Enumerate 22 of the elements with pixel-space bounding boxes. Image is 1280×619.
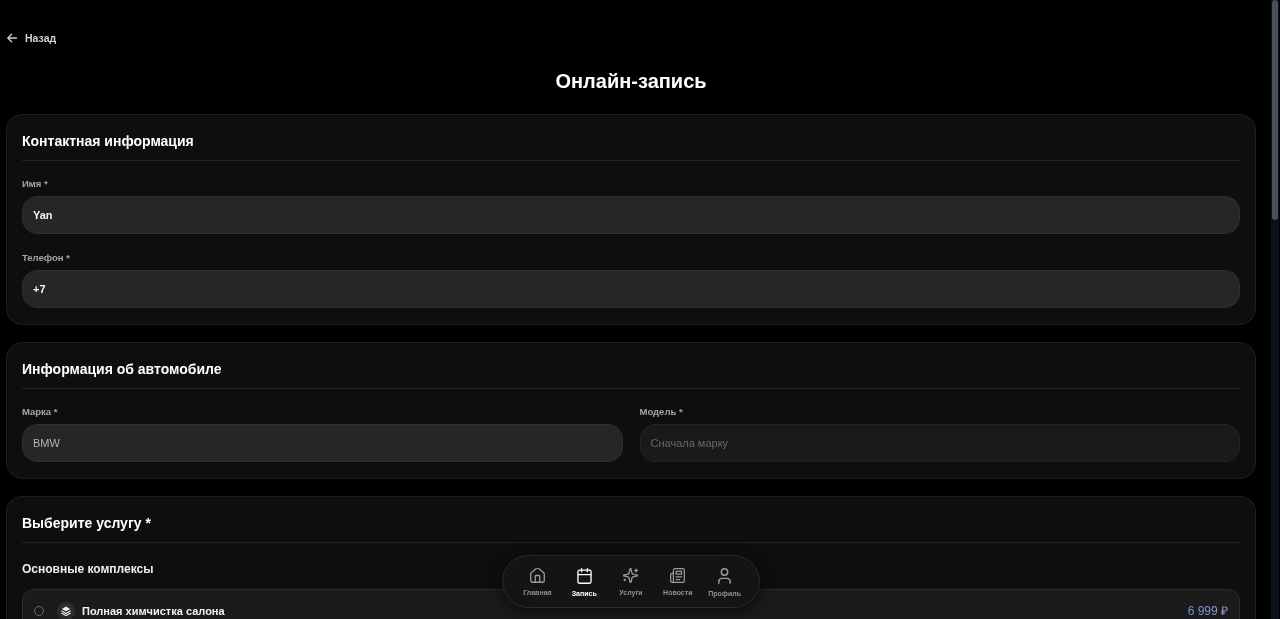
input-field[interactable]: Yan — [22, 196, 1240, 234]
select-field[interactable]: BMW — [22, 424, 623, 462]
sparkles-icon — [623, 568, 639, 583]
user-icon — [718, 568, 732, 584]
home-icon — [529, 568, 545, 583]
calendar-icon — [576, 568, 592, 584]
newspaper-icon — [670, 568, 686, 583]
input-field[interactable]: +7 — [22, 270, 1240, 308]
field-label: Марка * — [22, 406, 58, 418]
section-title: Выберите услугу * — [22, 514, 151, 532]
field-label: Имя * — [22, 178, 48, 190]
service-price: 6 999 ₽ — [1187, 604, 1228, 618]
service-name: Полная химчистка салона — [82, 604, 225, 618]
back-link[interactable]: Назад — [7, 28, 57, 48]
field-label: Телефон * — [22, 252, 70, 264]
section-title: Информация об автомобиле — [22, 360, 222, 378]
scrollbar-thumb[interactable] — [1272, 0, 1278, 220]
section-title: Контактная информация — [22, 132, 194, 150]
field-label: Модель * — [639, 406, 683, 418]
back-arrow-icon — [7, 33, 17, 43]
page-title: Онлайн-запись — [555, 69, 707, 93]
group-title: Основные комплексы — [22, 561, 154, 577]
